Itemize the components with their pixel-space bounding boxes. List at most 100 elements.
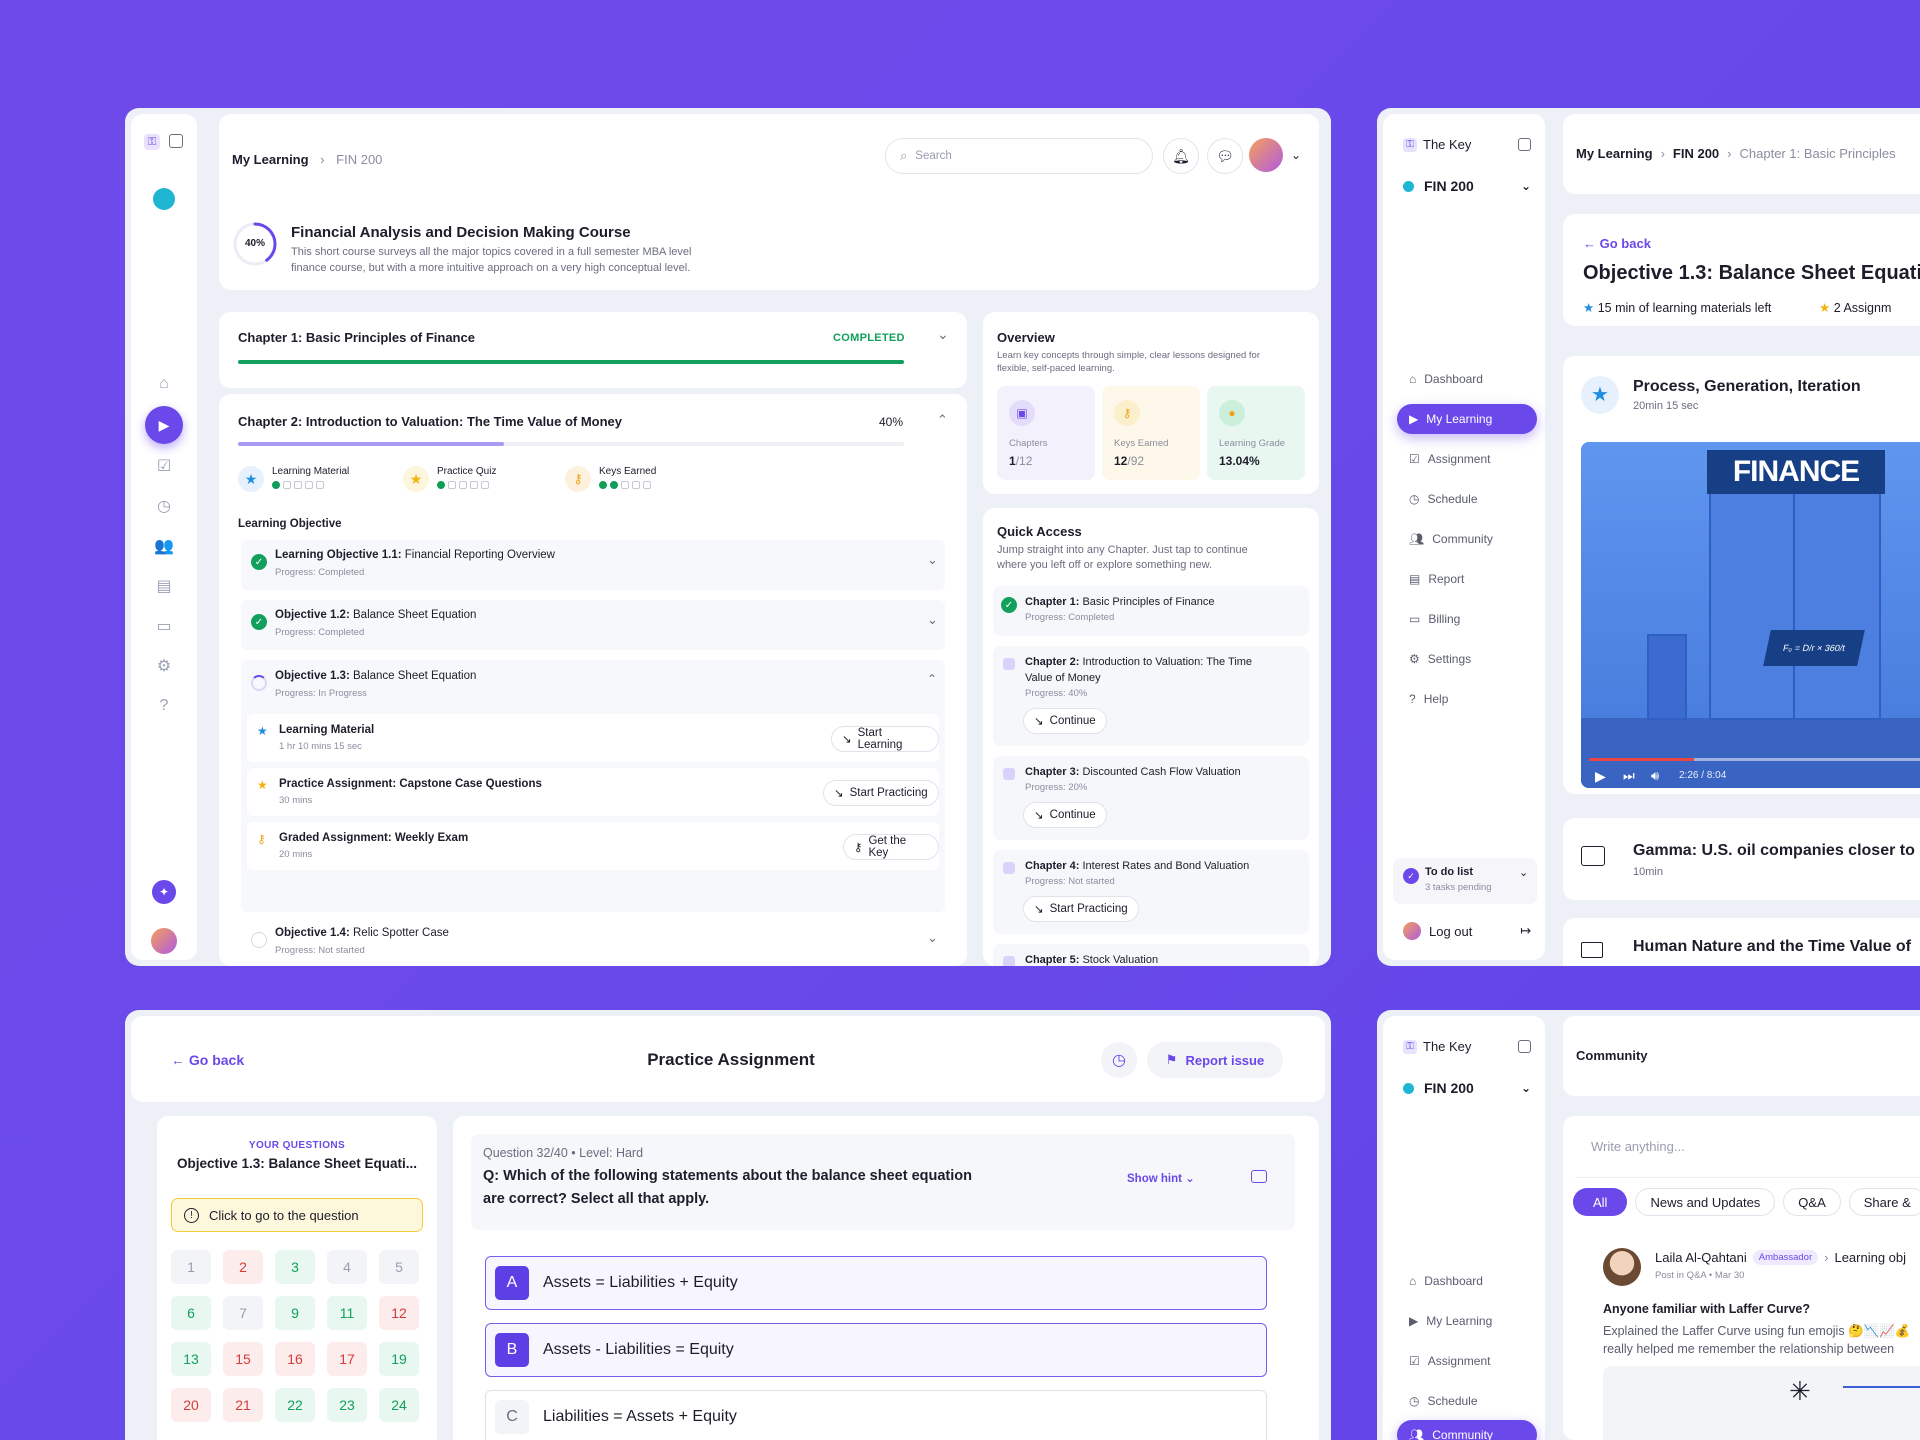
assignment-icon[interactable]: ☑ — [150, 452, 178, 480]
chapter-1-card[interactable]: Chapter 1: Basic Principles of Finance C… — [219, 312, 967, 388]
go-back-link[interactable]: ← Go back — [1583, 236, 1651, 251]
chevron-down-icon[interactable]: ⌄ — [927, 930, 938, 946]
continue-button[interactable]: ↘ Continue — [1023, 802, 1107, 828]
show-hint-button[interactable]: Show hint ⌄ — [1127, 1171, 1195, 1185]
quick-item-chapter-1[interactable]: ✓ Chapter 1: Basic Principles of Finance… — [993, 586, 1309, 636]
lesson-item-human-nature[interactable]: Human Nature and the Time Value of — [1563, 918, 1920, 966]
question-number-2[interactable]: 2 — [223, 1250, 263, 1284]
collapse-sidebar-icon[interactable] — [1518, 1040, 1531, 1053]
quick-item-chapter-5[interactable]: Chapter 5: Stock Valuation — [993, 944, 1309, 966]
settings-icon[interactable]: ⚙ — [150, 652, 178, 680]
question-number-20[interactable]: 20 — [171, 1388, 211, 1422]
question-number-1[interactable]: 1 — [171, 1250, 211, 1284]
profile-menu-chevron-icon[interactable]: ⌄ — [1291, 148, 1301, 162]
breadcrumb-root[interactable]: My Learning — [232, 152, 309, 167]
nav-schedule[interactable]: ◷ Schedule — [1397, 1386, 1537, 1416]
question-number-21[interactable]: 21 — [223, 1388, 263, 1422]
report-issue-button[interactable]: ⚑ Report issue — [1147, 1042, 1283, 1078]
nav-assignment[interactable]: ☑ Assignment — [1397, 444, 1537, 474]
question-number-19[interactable]: 19 — [379, 1342, 419, 1376]
question-number-22[interactable]: 22 — [275, 1388, 315, 1422]
author-avatar[interactable] — [1603, 1248, 1641, 1286]
course-avatar-icon[interactable] — [153, 188, 175, 210]
lesson-item-gamma[interactable]: Gamma: U.S. oil companies closer to 10mi… — [1563, 818, 1920, 900]
nav-assignment[interactable]: ☑ Assignment — [1397, 1346, 1537, 1376]
start-practicing-button[interactable]: ↘ Start Practicing — [823, 780, 939, 806]
profile-avatar[interactable] — [1249, 138, 1283, 172]
collapse-sidebar-icon[interactable] — [169, 134, 183, 148]
course-selector[interactable]: FIN 200 ⌄ — [1403, 176, 1531, 196]
question-number-4[interactable]: 4 — [327, 1250, 367, 1284]
breadcrumb-item[interactable]: FIN 200 — [1673, 146, 1719, 161]
search-input[interactable]: ⌕ Search — [885, 138, 1153, 174]
course-selector[interactable]: FIN 200 ⌄ — [1403, 1078, 1531, 1098]
nav-my-learning[interactable]: ▶ My Learning — [1397, 1306, 1537, 1336]
chevron-up-icon[interactable]: ⌃ — [927, 672, 937, 686]
option-a[interactable]: A Assets = Liabilities + Equity — [485, 1256, 1267, 1310]
go-to-question-hint[interactable]: ! Click to go to the question — [171, 1198, 423, 1232]
question-number-3[interactable]: 3 — [275, 1250, 315, 1284]
quick-item-chapter-4[interactable]: Chapter 4: Interest Rates and Bond Valua… — [993, 850, 1309, 934]
play-icon[interactable]: ▶ — [1595, 768, 1606, 785]
quick-item-chapter-3[interactable]: Chapter 3: Discounted Cash Flow Valuatio… — [993, 756, 1309, 840]
objective-1-1-row[interactable]: ✓ Learning Objective 1.1: Financial Repo… — [241, 540, 945, 590]
option-b[interactable]: B Assets - Liabilities = Equity — [485, 1323, 1267, 1377]
volume-icon[interactable]: 🔊︎ — [1651, 768, 1659, 784]
next-icon[interactable]: ⏭︎ — [1623, 768, 1635, 784]
question-number-9[interactable]: 9 — [275, 1296, 315, 1330]
question-number-11[interactable]: 11 — [327, 1296, 367, 1330]
option-c[interactable]: C Liabilities = Assets + Equity — [485, 1390, 1267, 1440]
video-progress-track[interactable] — [1589, 758, 1920, 761]
chevron-down-icon[interactable]: ⌄ — [927, 612, 938, 628]
collapse-sidebar-icon[interactable] — [1518, 138, 1531, 151]
chapter-2-chevron-up-icon[interactable]: ⌃ — [937, 412, 948, 428]
start-practicing-button[interactable]: ↘ Start Practicing — [1023, 896, 1139, 922]
my-learning-icon[interactable]: ▶ — [145, 406, 183, 444]
nav-dashboard[interactable]: ⌂ Dashboard — [1397, 364, 1537, 394]
question-number-6[interactable]: 6 — [171, 1296, 211, 1330]
objective-1-2-row[interactable]: ✓ Objective 1.2: Balance Sheet Equation … — [241, 600, 945, 650]
filter-all[interactable]: All — [1573, 1188, 1628, 1216]
question-number-15[interactable]: 15 — [223, 1342, 263, 1376]
question-number-16[interactable]: 16 — [275, 1342, 315, 1376]
chapter-1-chevron-down-icon[interactable]: ⌄ — [937, 326, 949, 343]
home-icon[interactable]: ⌂ — [150, 370, 178, 398]
chevron-down-icon[interactable]: ⌄ — [927, 552, 938, 568]
nav-dashboard[interactable]: ⌂ Dashboard — [1397, 1266, 1537, 1296]
nav-settings[interactable]: ⚙ Settings — [1397, 644, 1537, 674]
get-the-key-button[interactable]: ⚷ Get the Key — [843, 834, 939, 860]
video-icon[interactable] — [1251, 1170, 1267, 1183]
chat-icon[interactable]: 💬︎ — [1207, 138, 1243, 174]
logout-row[interactable]: Log out ↦ — [1403, 922, 1531, 940]
video-player[interactable]: FINANCE F₀ = D/r × 360/t ▶ ⏭︎ 🔊︎ 2:26 / … — [1581, 442, 1920, 788]
objective-1-4-row[interactable]: Objective 1.4: Relic Spotter Case Progre… — [241, 918, 945, 966]
nav-help[interactable]: ? Help — [1397, 684, 1537, 714]
billing-icon[interactable]: ▭ — [150, 612, 178, 640]
continue-button[interactable]: ↘ Continue — [1023, 708, 1107, 734]
filter-news-and-updates[interactable]: News and Updates — [1635, 1188, 1776, 1216]
nav-schedule[interactable]: ◷ Schedule — [1397, 484, 1537, 514]
ai-assistant-icon[interactable]: ✦ — [152, 880, 176, 904]
question-number-24[interactable]: 24 — [379, 1388, 419, 1422]
report-icon[interactable]: ▤ — [150, 572, 178, 600]
timer-icon[interactable]: ◷ — [1101, 1042, 1137, 1078]
question-number-7[interactable]: 7 — [223, 1296, 263, 1330]
go-back-link[interactable]: ← Go back — [171, 1052, 244, 1068]
community-icon[interactable]: 👥 — [150, 532, 178, 560]
question-number-12[interactable]: 12 — [379, 1296, 419, 1330]
post-topic[interactable]: Learning obj — [1834, 1250, 1906, 1265]
question-number-13[interactable]: 13 — [171, 1342, 211, 1376]
user-avatar[interactable] — [151, 928, 177, 954]
nav-report[interactable]: ▤ Report — [1397, 564, 1537, 594]
quick-item-chapter-2[interactable]: Chapter 2: Introduction to Valuation: Th… — [993, 646, 1309, 746]
notification-bell-icon[interactable]: 🔔︎ — [1163, 138, 1199, 174]
question-number-23[interactable]: 23 — [327, 1388, 367, 1422]
post-card[interactable]: Laila Al-Qahtani Ambassador › Learning o… — [1587, 1236, 1920, 1440]
filter-share[interactable]: Share & — [1848, 1188, 1920, 1216]
question-number-5[interactable]: 5 — [379, 1250, 419, 1284]
schedule-icon[interactable]: ◷ — [150, 492, 178, 520]
todo-list[interactable]: ✓ To do list 3 tasks pending ⌄ — [1393, 858, 1537, 904]
nav-community[interactable]: 👥︎ Community — [1397, 524, 1537, 554]
filter-qa[interactable]: Q&A — [1783, 1188, 1841, 1216]
question-number-17[interactable]: 17 — [327, 1342, 367, 1376]
